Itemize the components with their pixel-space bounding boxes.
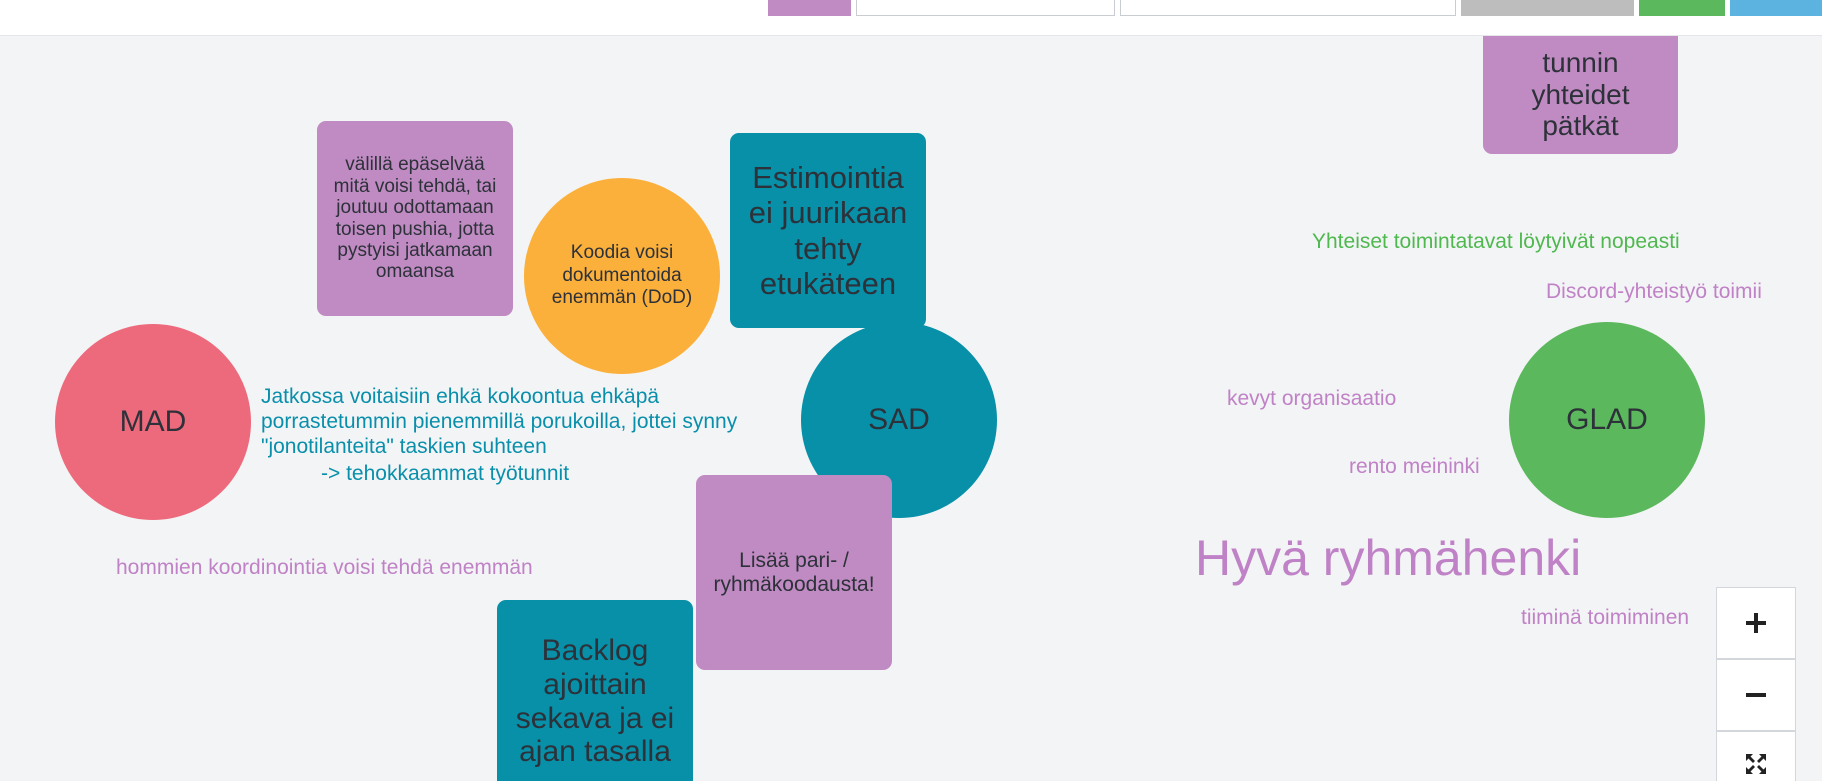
circle-mad[interactable]: MAD (55, 324, 251, 520)
color-swatch-green-button[interactable] (1639, 0, 1725, 16)
circle-glad[interactable]: GLAD (1509, 322, 1705, 518)
note-line: yhteidet (1531, 78, 1630, 110)
color-swatch-blue-button[interactable] (1730, 0, 1822, 16)
note-line: tunnin (1542, 47, 1619, 79)
note-text: Backlog ajoittain sekava ja ei ajan tasa… (515, 633, 675, 769)
text-tiimina-toimiminen[interactable]: tiiminä toimiminen (1521, 605, 1689, 630)
plus-icon (1746, 613, 1766, 633)
minus-icon (1746, 693, 1766, 697)
text-kevyt-organisaatio[interactable]: kevyt organisaatio (1227, 386, 1396, 411)
text-jatkossa-line3[interactable]: "jonotilanteita" taskien suhteen (261, 434, 547, 459)
note-line: pätkät (1542, 110, 1619, 142)
text-toimintatavat[interactable]: Yhteiset toimintatavat löytyivät nopeast… (1312, 229, 1680, 254)
text-koordinointi[interactable]: hommien koordinointia voisi tehdä enemmä… (116, 555, 533, 580)
text-rento-meininki[interactable]: rento meininki (1349, 454, 1480, 479)
text-hyva-ryhmahenki[interactable]: Hyvä ryhmähenki (1195, 528, 1581, 588)
zoom-out-button[interactable] (1716, 659, 1796, 731)
board-name-input[interactable] (856, 0, 1115, 16)
color-swatch-purple-button[interactable] (768, 0, 851, 16)
note-text: Estimointia ei juurikaan tehty etukäteen (748, 160, 908, 301)
gray-toolbar-button[interactable] (1461, 0, 1634, 16)
note-yhteiset-patkat[interactable]: tunnin yhteidet pätkät (1483, 36, 1678, 154)
retro-board: tunnin yhteidet pätkät välillä epäselvää… (0, 36, 1822, 781)
note-koodia-dokumentoida[interactable]: Koodia voisi dokumentoida enemmän (DoD) (524, 178, 720, 374)
text-jatkossa-line2[interactable]: porrastetummin pienemmillä porukoilla, j… (261, 409, 737, 434)
note-pari-ryhmakoodausta[interactable]: Lisää pari- / ryhmäkoodausta! (696, 475, 892, 670)
zoom-in-button[interactable] (1716, 587, 1796, 659)
text-jatkossa-line1[interactable]: Jatkossa voitaisiin ehkä kokoontua ehkäp… (261, 384, 659, 409)
fullscreen-icon (1746, 754, 1766, 774)
note-text: Koodia voisi dokumentoida enemmän (DoD) (551, 241, 693, 309)
circle-label: SAD (868, 403, 930, 436)
note-backlog[interactable]: Backlog ajoittain sekava ja ei ajan tasa… (497, 600, 693, 781)
toolbar (0, 0, 1822, 36)
text-discord[interactable]: Discord-yhteistyö toimii (1546, 279, 1762, 304)
note-estimointia[interactable]: Estimointia ei juurikaan tehty etukäteen (730, 133, 926, 328)
search-input[interactable] (1120, 0, 1456, 16)
note-epaselvaa[interactable]: välillä epäselvää mitä voisi tehdä, tai … (317, 121, 513, 316)
fit-to-screen-button[interactable] (1716, 731, 1796, 781)
circle-label: MAD (119, 405, 187, 438)
circle-label: GLAD (1566, 403, 1648, 436)
note-text: välillä epäselvää mitä voisi tehdä, tai … (333, 154, 497, 283)
text-jatkossa-line4[interactable]: -> tehokkaammat työtunnit (321, 461, 569, 486)
note-text: Lisää pari- / ryhmäkoodausta! (713, 548, 875, 596)
